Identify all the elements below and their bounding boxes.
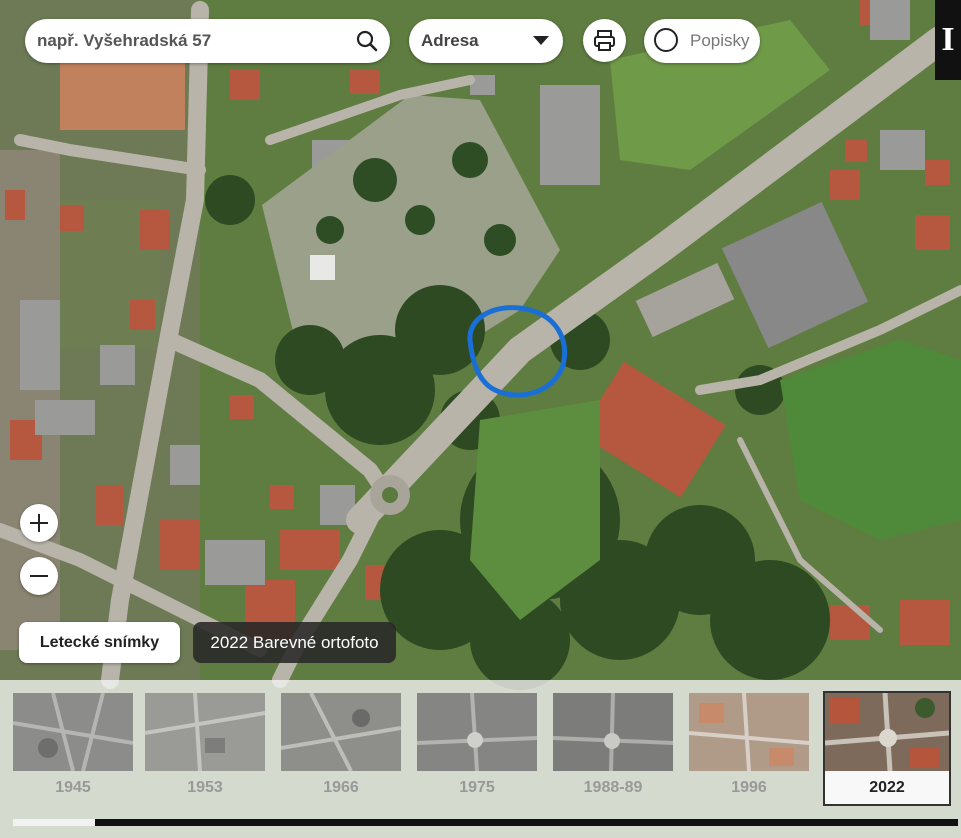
search-box <box>25 19 390 63</box>
labels-toggle[interactable]: Popisky <box>644 19 760 63</box>
timeline-year: 1988-89 <box>583 779 643 796</box>
chevron-down-icon <box>533 36 549 45</box>
printer-icon <box>594 30 615 51</box>
search-icon[interactable] <box>356 30 378 52</box>
timeline-scrollbar-thumb[interactable] <box>13 819 95 826</box>
radio-icon[interactable] <box>654 28 678 52</box>
timeline-item-1988-89[interactable]: 1988-89 <box>553 693 675 805</box>
zoom-out-button[interactable] <box>20 557 58 595</box>
zoom-in-button[interactable] <box>20 504 58 542</box>
search-input[interactable] <box>37 19 337 63</box>
timeline-year: 2022 <box>869 779 905 796</box>
timeline-item-1975[interactable]: 1975 <box>417 693 539 805</box>
search-type-select[interactable]: Adresa <box>409 19 563 63</box>
plus-icon <box>30 514 48 532</box>
timeline-year: 1953 <box>187 779 223 796</box>
thumbnail-image <box>417 693 537 771</box>
timeline-item-1953[interactable]: 1953 <box>145 693 267 805</box>
timeline-scrollbar[interactable] <box>13 819 958 826</box>
timeline-year: 1945 <box>55 779 91 796</box>
thumbnail-image <box>281 693 401 771</box>
thumbnail-image <box>553 693 673 771</box>
timeline-year: 1975 <box>459 779 495 796</box>
aerial-images-button[interactable]: Letecké snímky <box>19 622 180 663</box>
timeline-year: 1966 <box>323 779 359 796</box>
timeline-item-2022[interactable]: 2022 <box>823 691 951 806</box>
labels-toggle-label: Popisky <box>690 31 750 50</box>
thumbnail-image <box>145 693 265 771</box>
thumbnail-image <box>825 693 949 771</box>
minus-icon <box>30 575 48 577</box>
thumbnail-image <box>13 693 133 771</box>
current-layer-label: 2022 Barevné ortofoto <box>193 622 396 663</box>
search-type-value: Adresa <box>421 31 479 50</box>
thumbnail-image <box>689 693 809 771</box>
timeline-year: 1996 <box>731 779 767 796</box>
timeline-item-1945[interactable]: 1945 <box>13 693 135 805</box>
logo: I <box>935 0 961 80</box>
print-button[interactable] <box>583 19 626 62</box>
timeline-item-1996[interactable]: 1996 <box>689 693 811 805</box>
timeline-item-1966[interactable]: 1966 <box>281 693 403 805</box>
